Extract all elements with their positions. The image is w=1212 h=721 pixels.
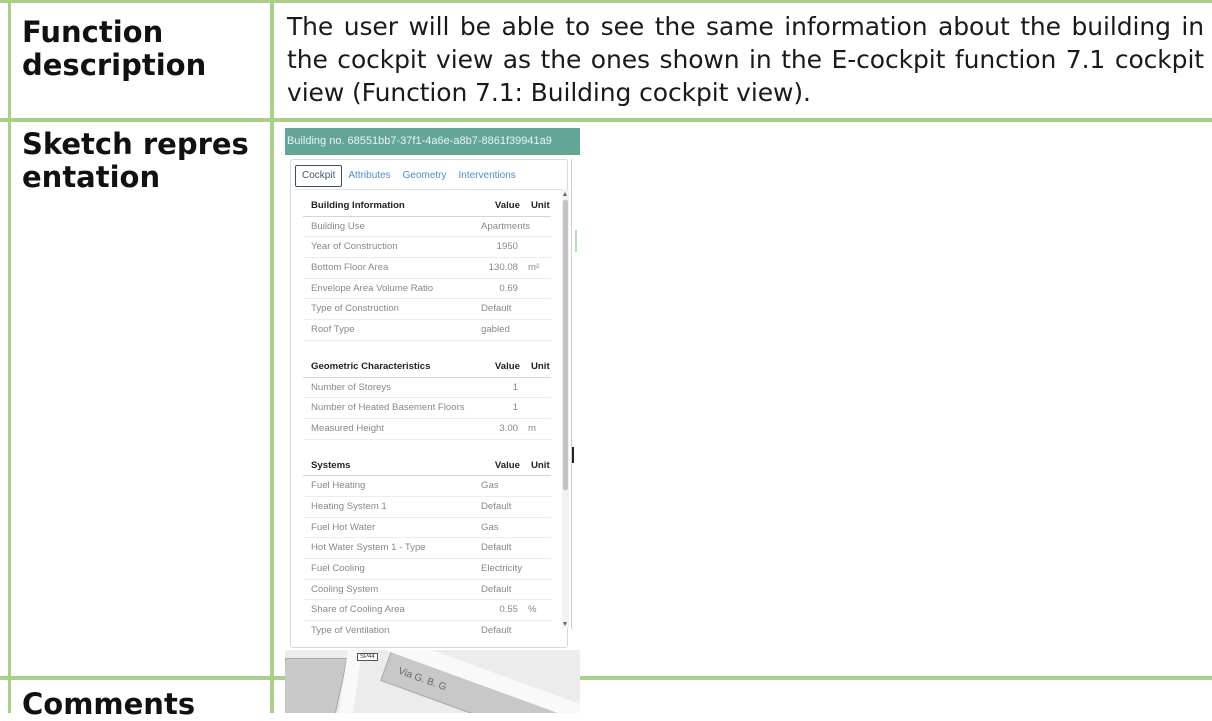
row-label: Number of Storeys — [311, 381, 391, 393]
row-unit: % — [528, 604, 537, 616]
tab-attributes[interactable]: Attributes — [342, 166, 396, 186]
table-row: Type of Construction Default — [303, 299, 551, 321]
row-value: 1950 — [496, 241, 518, 253]
row-label: Type of Ventilation — [311, 625, 390, 636]
map-building — [285, 658, 348, 713]
row-value: Default — [481, 583, 512, 595]
table-row: Number of Storeys 1 — [303, 378, 551, 399]
row-label: Year of Construction — [311, 241, 398, 253]
table-row: Fuel Hot Water Gas — [303, 518, 551, 539]
table-row: Heating System 1 Default — [303, 497, 551, 518]
row-label: Envelope Area Volume Ratio — [311, 282, 434, 294]
table-row: Year of Construction 1950 — [303, 237, 551, 259]
map-road-badge: SP44 — [357, 653, 378, 661]
row-label: Type of Construction — [311, 303, 399, 315]
row-label: Fuel Heating — [311, 480, 366, 492]
row-value: 0.69 — [499, 282, 518, 294]
section-title: Building Information — [311, 200, 405, 211]
table-column-divider — [270, 0, 274, 713]
table-row: Fuel Cooling Electricity — [303, 559, 551, 580]
tab-underline — [295, 189, 563, 190]
function-description-text: The user will be able to see the same in… — [287, 12, 1204, 107]
row-value: gabled — [481, 324, 510, 336]
row-label: Fuel Hot Water — [311, 521, 376, 533]
table-row: Share of Cooling Area 0.55% — [303, 600, 551, 622]
value-header: Value — [494, 200, 520, 211]
tab-interventions[interactable]: Interventions — [453, 166, 522, 186]
table-row: Cooling System Default — [303, 580, 551, 601]
table-row: Fuel Heating Gas — [303, 476, 551, 497]
cockpit-table: Building Information Value Unit Building Us… — [303, 196, 551, 636]
row-value: Electricity — [481, 563, 523, 574]
row-label: Building Use — [311, 220, 365, 232]
cockpit-panel-area: Cockpit Attributes Geometry Intervention… — [285, 155, 580, 648]
resize-handle[interactable] — [572, 447, 574, 463]
table-row: Type of Ventilation Default — [303, 621, 551, 636]
table-row: Envelope Area Volume Ratio 0.69 — [303, 279, 551, 300]
comments-label: Comments — [22, 687, 196, 721]
value-header: Value — [494, 360, 520, 372]
row-value: Gas — [481, 521, 499, 533]
row-label: Cooling System — [311, 583, 379, 595]
building-header: Building no. 68551bb7-37f1-4a6e-a8b7-886… — [285, 128, 580, 155]
table-divider — [0, 118, 1212, 122]
row-value: 130.08 — [488, 262, 518, 274]
section-header-row: Systems Value Unit — [303, 456, 551, 477]
row-value: Default — [481, 500, 512, 512]
row-value: Apartments — [481, 220, 531, 232]
scroll-down-icon[interactable] — [563, 622, 567, 626]
row-label: Number of Heated Basement Floors — [311, 402, 465, 414]
row-label: Hot Water System 1 - Type — [311, 542, 426, 554]
table-row: Number of Heated Basement Floors 1 — [303, 398, 551, 419]
tab-cockpit[interactable]: Cockpit — [295, 165, 343, 187]
table-border-top — [0, 0, 1212, 3]
adjacent-panel-accent — [575, 230, 577, 252]
row-label: Bottom Floor Area — [311, 262, 389, 274]
row-value: 1 — [512, 381, 518, 393]
sketch-representation-label: Sketch representation — [22, 127, 249, 194]
scrollbar[interactable] — [562, 190, 569, 628]
table-row: Building Use Apartments — [303, 217, 551, 238]
row-value: 1 — [512, 402, 518, 414]
row-value: Default — [481, 542, 512, 554]
table-border-left — [8, 0, 11, 713]
table-divider — [0, 676, 1212, 680]
cockpit-panel: Cockpit Attributes Geometry Intervention… — [290, 159, 569, 648]
function-description-label: Function description — [22, 15, 207, 82]
section-title: Geometric Characteristics — [311, 360, 431, 372]
table-row: Measured Height 3.00 m — [303, 419, 551, 440]
value-header: Value — [494, 459, 520, 471]
spec-table: Function description The user will be ab… — [0, 0, 1212, 721]
row-unit: m² — [528, 262, 540, 274]
section-header-row: Building Information Value Unit — [303, 196, 551, 217]
map-snippet[interactable]: SP44 Via G. B. G — [285, 650, 580, 713]
table-row: Roof Type gabled — [303, 320, 551, 341]
row-value: 0.55 — [499, 604, 518, 616]
scroll-up-icon[interactable] — [563, 192, 567, 196]
row-unit: m — [528, 422, 536, 434]
tab-bar: Cockpit Attributes Geometry Intervention… — [295, 165, 522, 187]
table-row: Bottom Floor Area 130.08 m² — [303, 258, 551, 279]
cockpit-screenshot: Building no. 68551bb7-37f1-4a6e-a8b7-886… — [285, 128, 580, 713]
row-label: Share of Cooling Area — [311, 604, 405, 616]
unit-header: Unit — [531, 360, 550, 372]
row-label: Heating System 1 — [311, 500, 387, 512]
row-label: Fuel Cooling — [311, 563, 365, 574]
table-row: Hot Water System 1 - Type Default — [303, 538, 551, 559]
section-title: Systems — [311, 459, 351, 471]
scroll-thumb[interactable] — [563, 200, 568, 490]
row-value: Gas — [481, 480, 499, 492]
unit-header: Unit — [531, 459, 550, 471]
tab-geometry[interactable]: Geometry — [397, 166, 453, 186]
row-value: Default — [481, 303, 512, 315]
row-value: Default — [481, 625, 512, 636]
section-header-row: Geometric Characteristics Value Unit — [303, 357, 551, 378]
row-label: Roof Type — [311, 324, 355, 336]
row-label: Measured Height — [311, 422, 385, 434]
row-value: 3.00 — [499, 422, 518, 434]
unit-header: Unit — [531, 200, 550, 211]
